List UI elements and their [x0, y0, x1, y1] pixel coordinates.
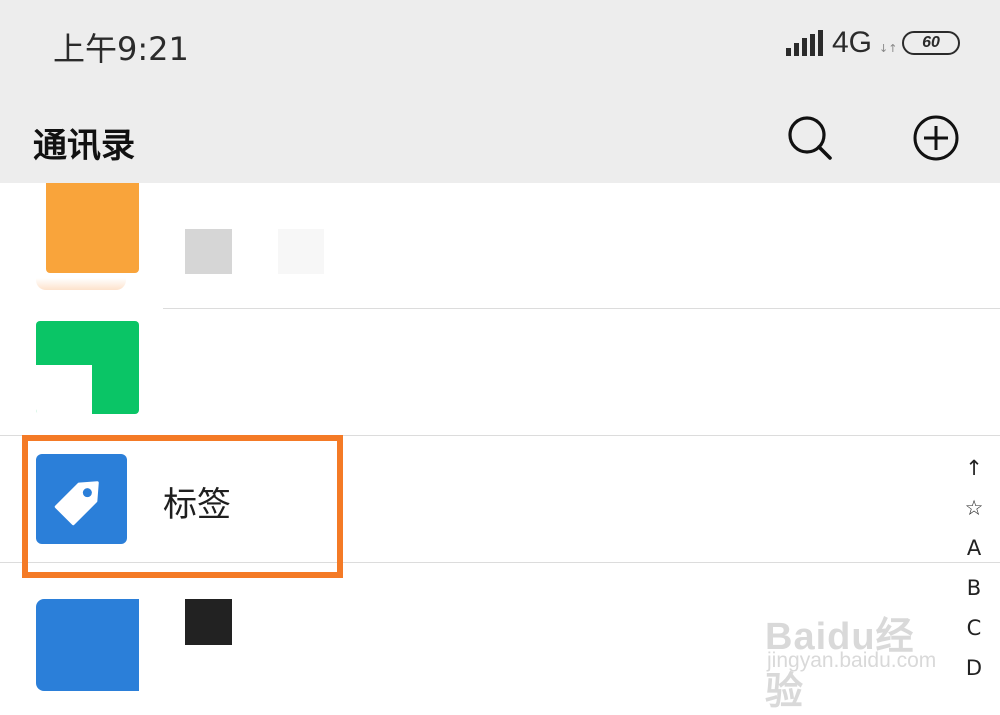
avatar — [36, 599, 139, 691]
signal-icon — [786, 30, 823, 56]
avatar — [46, 183, 139, 273]
avatar-shadow — [36, 278, 126, 290]
search-button[interactable] — [784, 112, 836, 164]
battery-level: 60 — [922, 34, 940, 51]
add-button[interactable] — [908, 112, 964, 164]
obscured-name-block — [185, 229, 232, 274]
status-time: 上午9:21 — [53, 30, 189, 68]
avatar-cutout — [36, 365, 92, 417]
list-item[interactable] — [0, 183, 1000, 308]
list-item[interactable] — [0, 309, 1000, 435]
index-letter-b[interactable]: B — [967, 568, 981, 608]
status-bar: 上午9:21 4G ↓↑ 60 — [0, 0, 1000, 90]
index-letter-c[interactable]: C — [967, 608, 982, 648]
page-title: 通讯录 — [33, 126, 135, 166]
index-letter-a[interactable]: A — [967, 528, 981, 568]
list-item[interactable] — [0, 563, 1000, 691]
plus-circle-icon — [913, 115, 959, 161]
index-top-arrow[interactable]: ↑ — [965, 448, 983, 488]
data-arrows-icon: ↓↑ — [879, 42, 898, 55]
alphabet-index-bar[interactable]: ↑ ☆ A B C D — [956, 448, 992, 688]
highlight-box — [22, 435, 343, 578]
network-type: 4G — [832, 26, 873, 59]
search-icon — [788, 116, 832, 160]
index-letter-d[interactable]: D — [966, 648, 982, 688]
battery-icon: 60 — [902, 31, 960, 55]
app-bar: 通讯录 — [0, 90, 1000, 183]
obscured-name-block — [185, 599, 232, 645]
obscured-name-block — [278, 229, 324, 274]
index-star[interactable]: ☆ — [965, 488, 984, 528]
